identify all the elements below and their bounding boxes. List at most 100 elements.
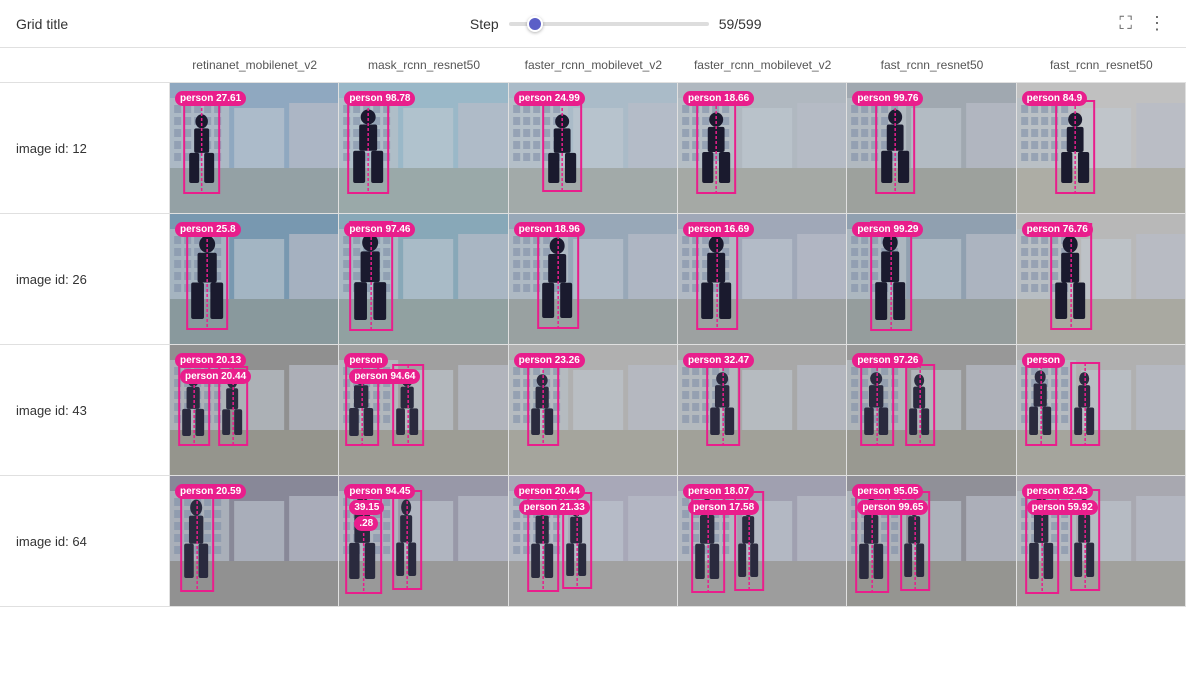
detection-label: person 84.9 bbox=[1022, 91, 1088, 106]
row-label: image id: 64 bbox=[0, 476, 170, 606]
detection-label: person 97.26 bbox=[852, 353, 923, 368]
step-control: Step 59/599 bbox=[116, 16, 1115, 32]
cell-image: person 32.47 bbox=[678, 345, 846, 475]
grid-cell: person 32.47 bbox=[678, 345, 847, 475]
cell-image: person 84.9 bbox=[1017, 83, 1185, 213]
detection-label: person 25.8 bbox=[175, 222, 241, 237]
detection-label: person 97.46 bbox=[344, 222, 415, 237]
fullscreen-button[interactable]: ⛶ bbox=[1115, 9, 1136, 38]
menu-icon: ⋮ bbox=[1148, 13, 1166, 33]
col-header-0: retinanet_mobilenet_v2 bbox=[170, 54, 339, 76]
cell-image: person 98.78 bbox=[339, 83, 507, 213]
detection-label: person 20.59 bbox=[175, 484, 246, 499]
detection-label: person 94.45 bbox=[344, 484, 415, 499]
grid-cell: person 27.61 bbox=[170, 83, 339, 213]
cell-image: person 18.07person 17.58 bbox=[678, 476, 846, 606]
grid-cell: person 97.46 bbox=[339, 214, 508, 344]
detection-label: person 94.64 bbox=[349, 369, 420, 384]
cell-image: person 76.76 bbox=[1017, 214, 1185, 344]
menu-button[interactable]: ⋮ bbox=[1144, 9, 1170, 38]
grid-cell: person 99.76 bbox=[847, 83, 1016, 213]
col-header-4: fast_rcnn_resnet50 bbox=[847, 54, 1016, 76]
cell-image: person 99.76 bbox=[847, 83, 1015, 213]
cell-image: person 82.43person 59.92 bbox=[1017, 476, 1185, 606]
grid-cell: person 23.26 bbox=[509, 345, 678, 475]
detection-label: person 98.78 bbox=[344, 91, 415, 106]
cell-image: person 20.59 bbox=[170, 476, 338, 606]
detection-label: person 18.66 bbox=[683, 91, 754, 106]
cell-image: person 25.8 bbox=[170, 214, 338, 344]
cell-image: person 23.26 bbox=[509, 345, 677, 475]
grid-cell: personperson 94.64 bbox=[339, 345, 508, 475]
cell-image: person 18.96 bbox=[509, 214, 677, 344]
header: Grid title Step 59/599 ⛶ ⋮ bbox=[0, 0, 1186, 48]
cell-image: person 94.4539.15.28 bbox=[339, 476, 507, 606]
detection-label: person 18.96 bbox=[514, 222, 585, 237]
row-label: image id: 43 bbox=[0, 345, 170, 475]
grid-cell: person 20.13person 20.44 bbox=[170, 345, 339, 475]
detection-label: person 23.26 bbox=[514, 353, 585, 368]
cell-image: person 27.61 bbox=[170, 83, 338, 213]
detection-label: .28 bbox=[354, 516, 378, 531]
grid-cell: person 20.59 bbox=[170, 476, 339, 606]
step-value: 59/599 bbox=[719, 16, 762, 32]
col-header-5: fast_rcnn_resnet50 bbox=[1017, 54, 1186, 76]
cell-image: person 97.46 bbox=[339, 214, 507, 344]
cell-image: person 16.69 bbox=[678, 214, 846, 344]
cell-image: person 97.26 bbox=[847, 345, 1015, 475]
detection-label: person 20.44 bbox=[514, 484, 585, 499]
step-slider[interactable] bbox=[509, 22, 709, 26]
grid-cell: person 18.96 bbox=[509, 214, 678, 344]
cell-image: person 20.44person 21.33 bbox=[509, 476, 677, 606]
column-headers: retinanet_mobilenet_v2 mask_rcnn_resnet5… bbox=[0, 48, 1186, 83]
col-header-3: faster_rcnn_mobilevet_v2 bbox=[678, 54, 847, 76]
row-label: image id: 12 bbox=[0, 83, 170, 213]
cell-image: person 18.66 bbox=[678, 83, 846, 213]
detection-label: person 59.92 bbox=[1027, 500, 1098, 515]
detection-label: person 17.58 bbox=[688, 500, 759, 515]
detection-label: person 99.29 bbox=[852, 222, 923, 237]
cell-image: person 20.13person 20.44 bbox=[170, 345, 338, 475]
detection-label: person 20.44 bbox=[180, 369, 251, 384]
col-header-empty bbox=[0, 54, 170, 76]
grid-cell: person 99.29 bbox=[847, 214, 1016, 344]
detection-label: person 24.99 bbox=[514, 91, 585, 106]
grid-row: image id: 64 person 20.59 perso bbox=[0, 476, 1186, 607]
grid-cell: person 25.8 bbox=[170, 214, 339, 344]
detection-label: person 82.43 bbox=[1022, 484, 1093, 499]
grid-cell: person 18.07person 17.58 bbox=[678, 476, 847, 606]
cell-image: person 95.05person 99.65 bbox=[847, 476, 1015, 606]
detection-label: person 20.13 bbox=[175, 353, 246, 368]
grid-row: image id: 12 person 27.61 person 98.78 bbox=[0, 83, 1186, 214]
detection-label: person 27.61 bbox=[175, 91, 246, 106]
detection-label: person 99.76 bbox=[852, 91, 923, 106]
grid-row: image id: 26 person 25.8 person 97.46 bbox=[0, 214, 1186, 345]
grid-cell: person 84.9 bbox=[1017, 83, 1186, 213]
grid-cell: person bbox=[1017, 345, 1186, 475]
grid-cell: person 82.43person 59.92 bbox=[1017, 476, 1186, 606]
detection-label: person 16.69 bbox=[683, 222, 754, 237]
grid-cell: person 24.99 bbox=[509, 83, 678, 213]
fullscreen-icon: ⛶ bbox=[1119, 13, 1132, 33]
cell-image: personperson 94.64 bbox=[339, 345, 507, 475]
detection-label: person 21.33 bbox=[519, 500, 590, 515]
grid-cell: person 20.44person 21.33 bbox=[509, 476, 678, 606]
detection-label: 39.15 bbox=[349, 500, 384, 515]
grid-cell: person 97.26 bbox=[847, 345, 1016, 475]
grid-cell: person 98.78 bbox=[339, 83, 508, 213]
grid-body: image id: 12 person 27.61 person 98.78 bbox=[0, 83, 1186, 674]
grid-cell: person 95.05person 99.65 bbox=[847, 476, 1016, 606]
detection-label: person 76.76 bbox=[1022, 222, 1093, 237]
grid-cell: person 76.76 bbox=[1017, 214, 1186, 344]
step-label: Step bbox=[470, 16, 499, 32]
grid-cell: person 18.66 bbox=[678, 83, 847, 213]
detection-label: person bbox=[1022, 353, 1065, 368]
cell-image: person 24.99 bbox=[509, 83, 677, 213]
detection-label: person bbox=[344, 353, 387, 368]
grid-row: image id: 43 person 20.13person 20.44 bbox=[0, 345, 1186, 476]
cell-image: person 99.29 bbox=[847, 214, 1015, 344]
cell-image: person bbox=[1017, 345, 1185, 475]
detection-label: person 95.05 bbox=[852, 484, 923, 499]
grid-cell: person 16.69 bbox=[678, 214, 847, 344]
col-header-1: mask_rcnn_resnet50 bbox=[339, 54, 508, 76]
